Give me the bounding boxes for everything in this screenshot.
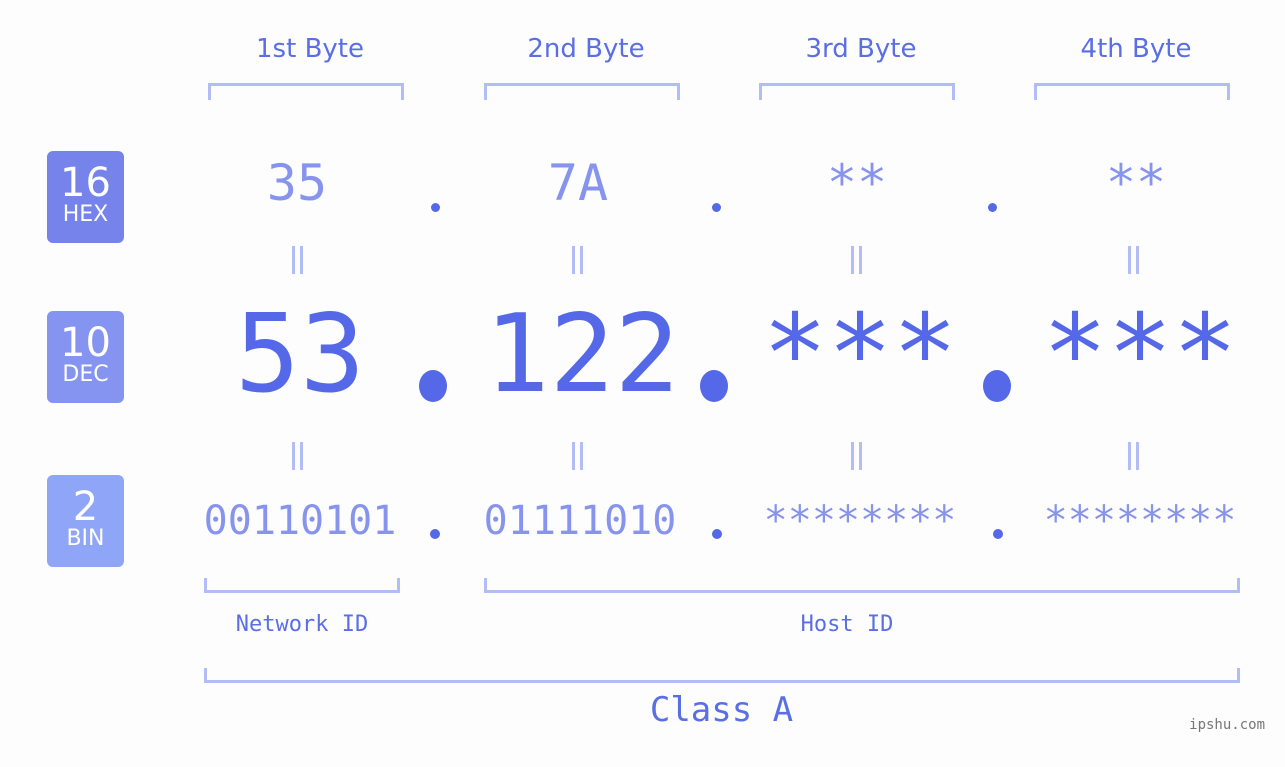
hex-separator-dot: [988, 203, 997, 212]
dec-badge-base: 10: [60, 320, 111, 366]
byte-header-1: 1st Byte: [256, 34, 364, 64]
dec-byte-3: ***: [762, 292, 958, 417]
bin-byte-4: ********: [1043, 498, 1237, 544]
bin-badge-base: 2: [72, 484, 99, 530]
watermark: ipshu.com: [1189, 717, 1265, 733]
bin-badge: 2 BIN: [47, 475, 124, 567]
network-id-label: Network ID: [235, 612, 369, 637]
class-label: Class A: [649, 690, 794, 730]
equals-sign: [851, 442, 854, 470]
equals-sign: [851, 246, 854, 274]
class-bracket: [204, 668, 1240, 683]
host-id-label: Host ID: [800, 612, 894, 637]
hex-badge-label: HEX: [62, 202, 109, 227]
bin-separator-dot: [430, 529, 440, 539]
bin-badge-label: BIN: [66, 526, 105, 551]
dec-byte-1: 53: [234, 292, 366, 417]
byte-bracket-3: [759, 83, 955, 100]
byte-bracket-2: [484, 83, 680, 100]
equals-sign: [292, 442, 295, 470]
bin-byte-1: 00110101: [203, 498, 397, 544]
hex-byte-1: 35: [266, 154, 328, 212]
equals-sign: [572, 246, 575, 274]
hex-byte-4: **: [1105, 154, 1167, 212]
dec-byte-2: 122: [484, 292, 680, 417]
hex-badge-base: 16: [60, 160, 111, 206]
byte-header-3: 3rd Byte: [805, 34, 917, 64]
equals-sign: [1128, 246, 1131, 274]
dec-separator-dot: [983, 370, 1011, 402]
hex-separator-dot: [712, 203, 721, 212]
bin-separator-dot: [712, 529, 722, 539]
dec-byte-4: ***: [1042, 292, 1238, 417]
equals-sign: [292, 246, 295, 274]
equals-sign: [572, 442, 575, 470]
hex-byte-3: **: [826, 154, 888, 212]
byte-header-4: 4th Byte: [1080, 34, 1192, 64]
hex-byte-2: 7A: [547, 154, 609, 212]
network-id-bracket: [204, 578, 400, 593]
host-id-bracket: [484, 578, 1240, 593]
dec-separator-dot: [419, 370, 447, 402]
hex-separator-dot: [431, 203, 440, 212]
dec-badge: 10 DEC: [47, 311, 124, 403]
bin-separator-dot: [993, 529, 1003, 539]
byte-bracket-1: [208, 83, 404, 100]
dec-separator-dot: [700, 370, 728, 402]
bin-byte-2: 01111010: [483, 498, 677, 544]
hex-badge: 16 HEX: [47, 151, 124, 243]
byte-bracket-4: [1034, 83, 1230, 100]
equals-sign: [1128, 442, 1131, 470]
bin-byte-3: ********: [763, 498, 957, 544]
dec-badge-label: DEC: [62, 362, 109, 387]
byte-header-2: 2nd Byte: [527, 34, 645, 64]
